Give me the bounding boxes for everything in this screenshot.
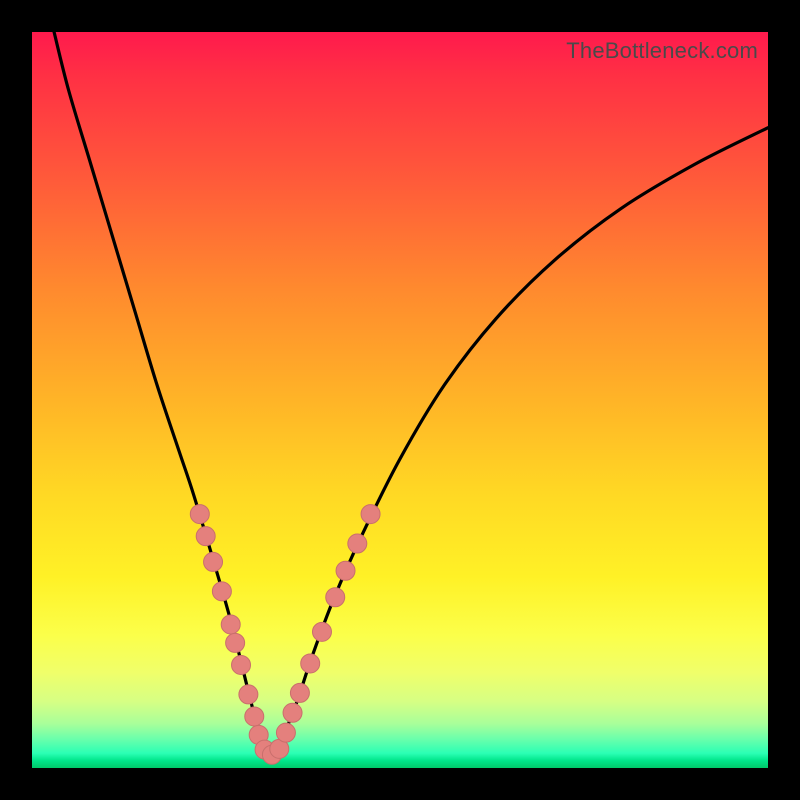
sample-dots — [190, 505, 380, 765]
sample-dot — [196, 527, 215, 546]
sample-dot — [190, 505, 209, 524]
sample-dot — [232, 655, 251, 674]
bottleneck-curve — [54, 32, 768, 755]
chart-svg — [32, 32, 768, 768]
sample-dot — [361, 505, 380, 524]
sample-dot — [312, 622, 331, 641]
sample-dot — [301, 654, 320, 673]
sample-dot — [221, 615, 240, 634]
sample-dot — [283, 703, 302, 722]
outer-frame: TheBottleneck.com — [0, 0, 800, 800]
sample-dot — [276, 723, 295, 742]
sample-dot — [226, 633, 245, 652]
plot-area: TheBottleneck.com — [32, 32, 768, 768]
sample-dot — [204, 552, 223, 571]
sample-dot — [212, 582, 231, 601]
sample-dot — [245, 707, 264, 726]
sample-dot — [326, 588, 345, 607]
sample-dot — [290, 683, 309, 702]
sample-dot — [336, 561, 355, 580]
sample-dot — [348, 534, 367, 553]
sample-dot — [239, 685, 258, 704]
